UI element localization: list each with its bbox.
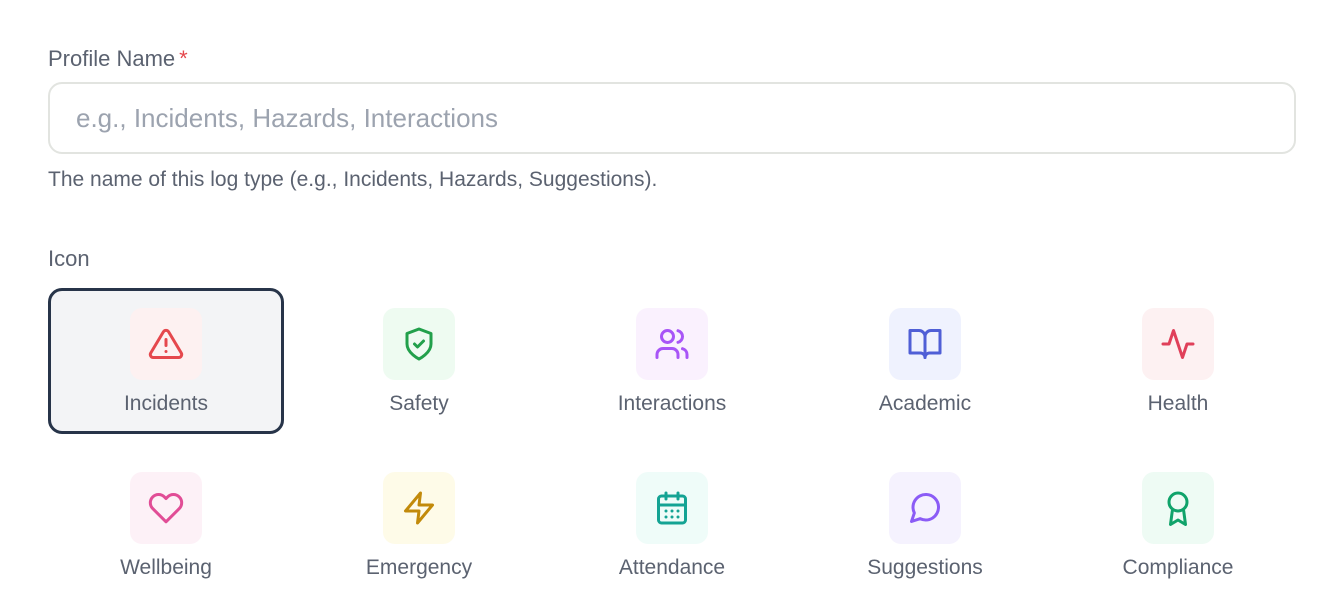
alert-triangle-icon [148, 328, 184, 359]
calendar-icon [657, 491, 687, 525]
icon-option-health[interactable]: Health [1060, 288, 1296, 434]
icon-option-label: Attendance [618, 556, 726, 579]
icon-option-label: Safety [389, 392, 449, 415]
profile-name-helper: The name of this log type (e.g., Inciden… [48, 168, 658, 191]
shield-check-icon [405, 327, 433, 361]
icon-option-safety[interactable]: Safety [301, 288, 537, 434]
icon-option-academic[interactable]: Academic [807, 288, 1043, 434]
icon-tile [130, 472, 202, 544]
icon-option-label: Emergency [365, 556, 473, 579]
icon-tile [1142, 308, 1214, 380]
zap-icon [404, 491, 434, 525]
icon-option-emergency[interactable]: Emergency [301, 452, 537, 598]
profile-name-input[interactable] [48, 82, 1296, 154]
users-icon [655, 329, 689, 359]
activity-icon [1161, 329, 1195, 359]
icon-option-suggestions[interactable]: Suggestions [807, 452, 1043, 598]
icon-option-incidents[interactable]: Incidents [48, 288, 284, 434]
icon-option-label: Academic [878, 392, 972, 415]
heart-icon [148, 493, 184, 524]
message-circle-icon [910, 492, 941, 523]
icon-option-label: Compliance [1122, 556, 1234, 579]
icon-tile [889, 308, 961, 380]
icon-tile [636, 472, 708, 544]
required-asterisk: * [179, 46, 188, 71]
icon-option-label: Suggestions [867, 556, 983, 579]
icon-option-label: Interactions [617, 392, 727, 415]
icon-option-interactions[interactable]: Interactions [554, 288, 790, 434]
icon-option-attendance[interactable]: Attendance [554, 452, 790, 598]
book-open-icon [908, 329, 942, 359]
profile-name-label-text: Profile Name [48, 46, 176, 71]
icon-tile [383, 472, 455, 544]
icon-tile [1142, 472, 1214, 544]
icon-tile [889, 472, 961, 544]
icon-tile [636, 308, 708, 380]
icon-option-compliance[interactable]: Compliance [1060, 452, 1296, 598]
icon-option-label: Health [1147, 392, 1209, 415]
icon-option-wellbeing[interactable]: Wellbeing [48, 452, 284, 598]
icon-tile [383, 308, 455, 380]
icon-option-label: Wellbeing [120, 556, 212, 579]
profile-name-label: Profile Name * [48, 44, 188, 74]
icon-option-label: Incidents [123, 392, 209, 415]
award-icon [1167, 491, 1189, 526]
icon-label: Icon [48, 246, 90, 271]
icon-tile [130, 308, 202, 380]
